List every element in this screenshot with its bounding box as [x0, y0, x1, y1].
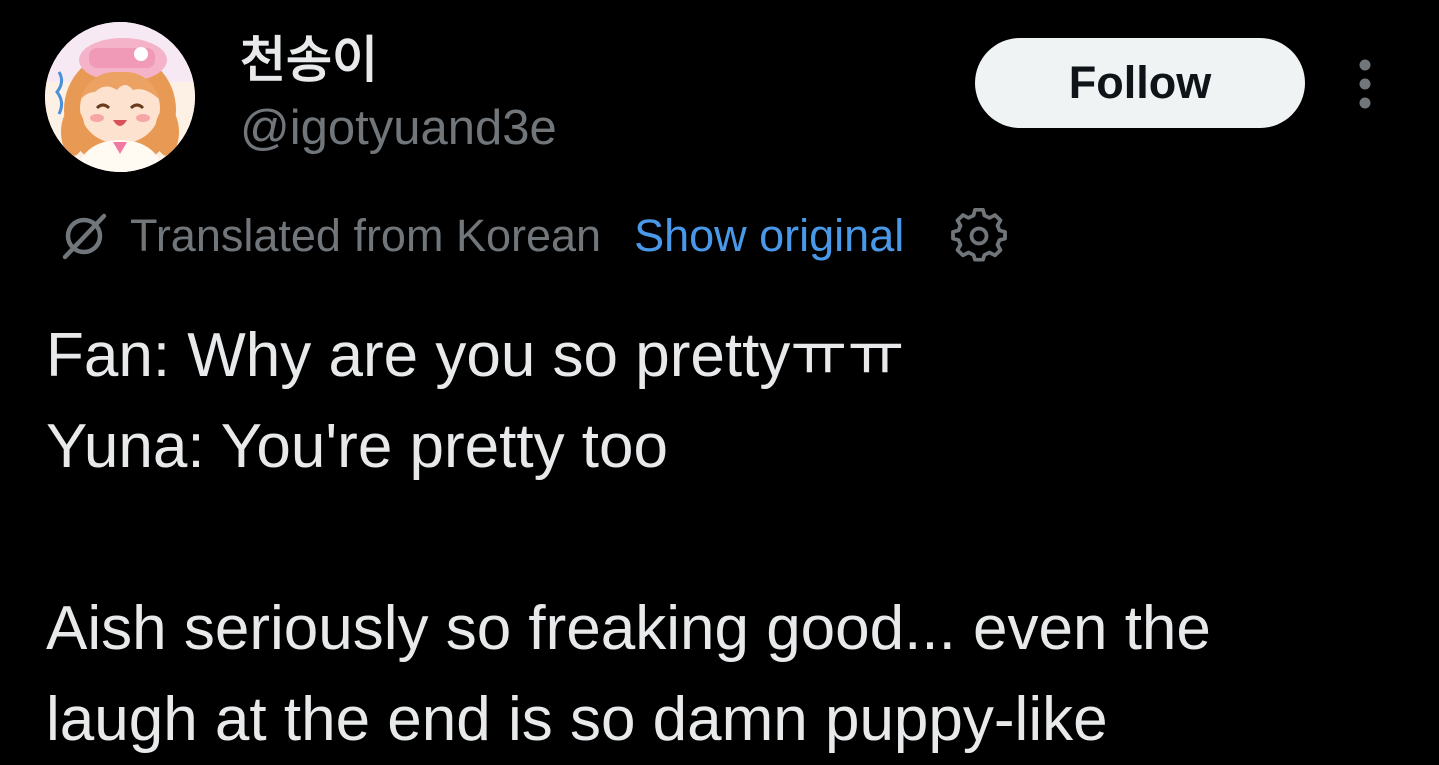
- translate-icon: [62, 213, 107, 260]
- tweet-line: laugh at the end is so damn puppy-like: [46, 685, 1108, 754]
- gear-icon[interactable]: [951, 208, 1008, 264]
- user-handle[interactable]: @igotyuand3e: [240, 98, 557, 158]
- avatar[interactable]: [45, 22, 195, 172]
- tweet-line: Aish seriously so freaking good... even …: [46, 594, 1211, 663]
- show-original-link[interactable]: Show original: [634, 210, 904, 262]
- translation-bar: Translated from Korean Show original: [58, 205, 1008, 267]
- tweet-line: Fan: Why are you so prettyㅠㅠ: [46, 321, 905, 390]
- display-name[interactable]: 천송이: [240, 30, 378, 90]
- follow-button[interactable]: Follow: [975, 38, 1305, 128]
- translation-label: Translated from Korean: [130, 210, 602, 261]
- more-options-button[interactable]: [1340, 55, 1390, 115]
- tweet-text: Fan: Why are you so prettyㅠㅠ Yuna: You'r…: [46, 310, 1426, 765]
- tweet-line: Yuna: You're pretty too: [46, 412, 668, 481]
- tweet-line: [46, 492, 1426, 583]
- more-options-icon: [1359, 59, 1371, 109]
